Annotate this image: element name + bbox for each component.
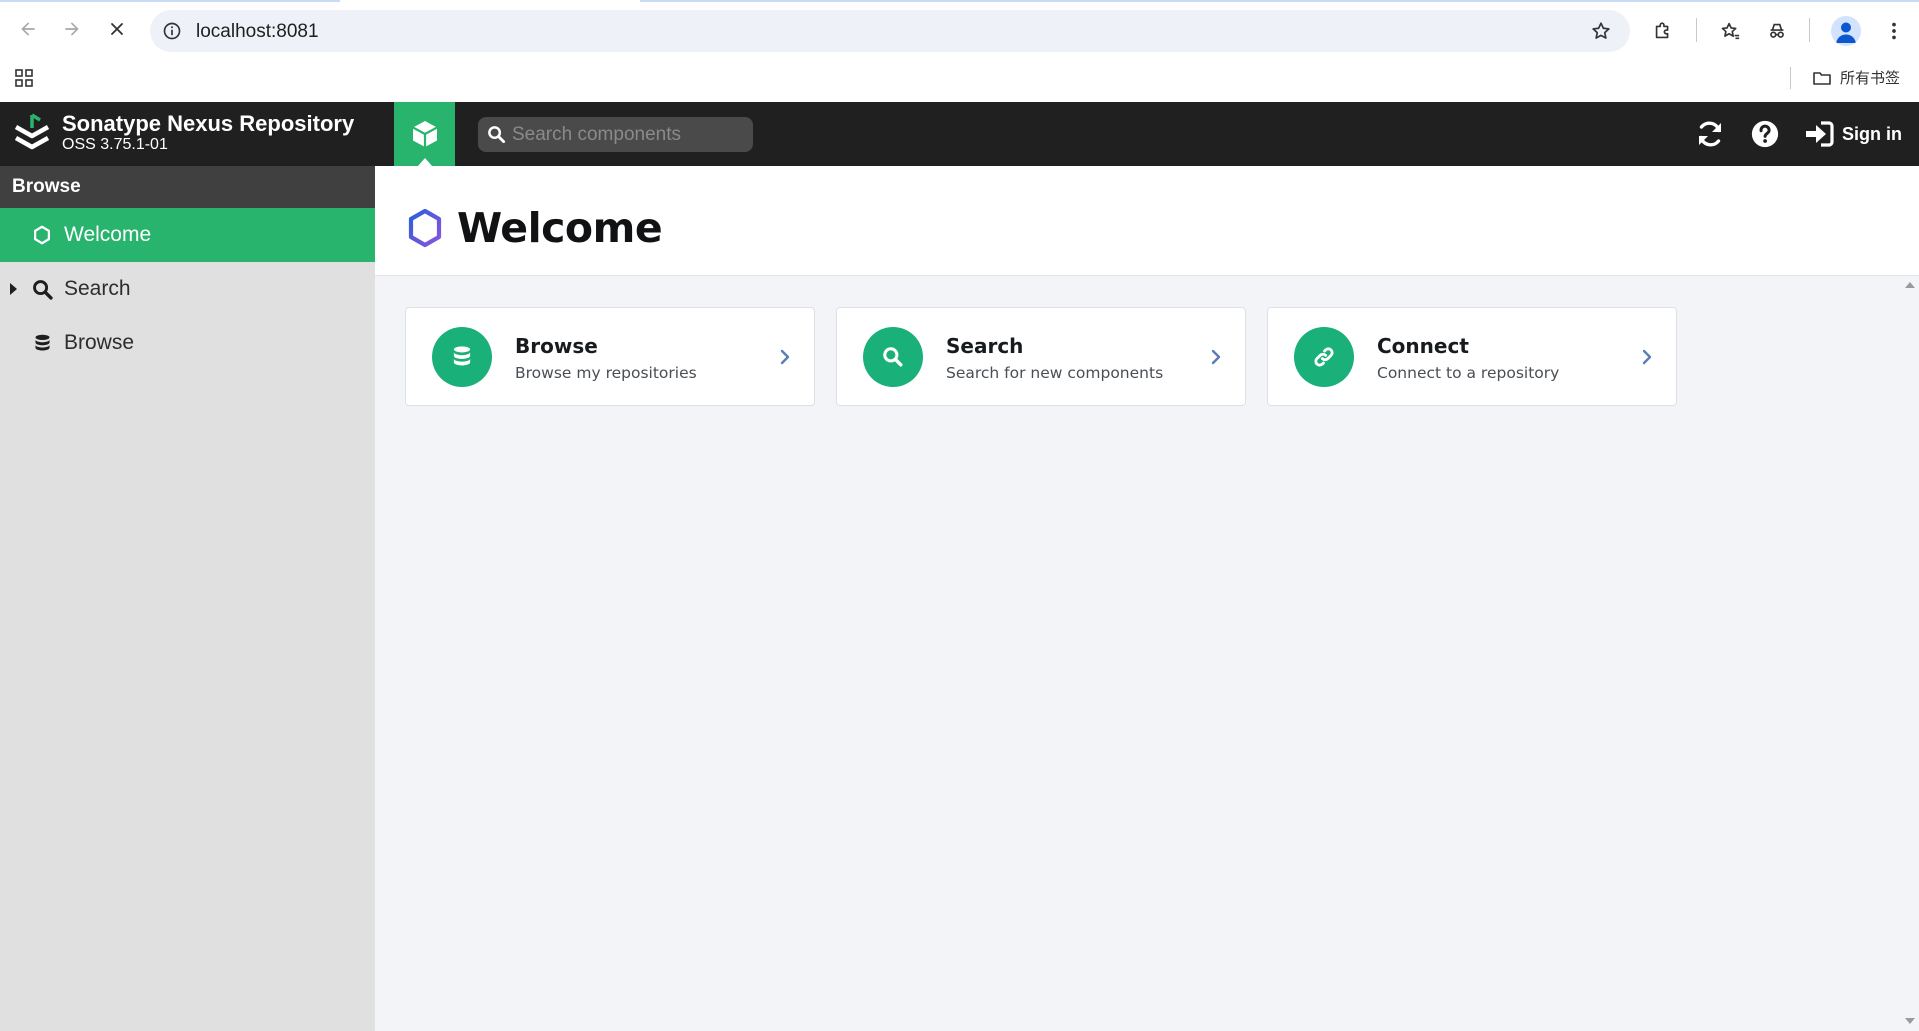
browse-card[interactable]: Browse Browse my repositories [405, 307, 815, 406]
refresh-button[interactable] [1693, 117, 1727, 151]
database-icon [453, 346, 471, 366]
link-icon [1314, 347, 1334, 367]
search-card-icon-circle [863, 327, 923, 387]
browser-chrome: localhost:8081 所有书签 [0, 0, 1919, 102]
scroll-up-arrow[interactable] [1905, 282, 1915, 288]
site-info-icon[interactable] [162, 21, 182, 41]
stop-loading-button[interactable] [101, 13, 133, 45]
chevron-right-icon [1211, 349, 1221, 365]
sign-in-icon [1806, 121, 1834, 147]
app-header: Sonatype Nexus Repository OSS 3.75.1-01 [0, 102, 1919, 166]
incognito-icon [1770, 23, 1784, 38]
sign-in-label: Sign in [1842, 123, 1902, 144]
hexagon-outline-icon [30, 223, 54, 247]
sidebar-item-search[interactable]: Search [0, 262, 375, 316]
bookmarks-manager-button[interactable] [1718, 19, 1742, 43]
address-bar[interactable]: localhost:8081 [150, 10, 1630, 52]
sidebar-item-label: Search [64, 277, 131, 300]
help-icon [1751, 120, 1779, 148]
connect-card[interactable]: Connect Connect to a repository [1267, 307, 1677, 406]
card-description: Search for new components [946, 364, 1164, 382]
sign-in-button[interactable]: Sign in [1804, 118, 1902, 150]
help-button[interactable] [1748, 117, 1782, 151]
sidebar-item-label: Welcome [64, 223, 152, 246]
search-icon [488, 126, 506, 144]
bookmarks-divider [1790, 67, 1791, 89]
profile-avatar[interactable] [1831, 16, 1861, 46]
sidebar-item-label: Browse [64, 331, 135, 354]
more-vertical-icon [1892, 22, 1896, 40]
sidebar-item-welcome[interactable]: Welcome [0, 208, 375, 262]
component-search[interactable] [478, 117, 753, 152]
search-card[interactable]: Search Search for new components [836, 307, 1246, 406]
puzzle-icon [1655, 22, 1669, 39]
incognito-button[interactable] [1765, 19, 1789, 43]
brand[interactable]: Sonatype Nexus Repository OSS 3.75.1-01 [12, 111, 354, 155]
sidebar: Browse Welcome Search Browse [0, 166, 375, 1031]
star-list-icon [1721, 22, 1740, 40]
bookmarks-bar: 所有书签 [0, 64, 1919, 102]
magnifier-icon [883, 347, 903, 367]
toolbar-divider [1809, 18, 1810, 42]
url-text[interactable]: localhost:8081 [196, 21, 319, 43]
chevron-right-icon [1642, 349, 1652, 365]
expand-arrow-icon[interactable] [10, 283, 17, 295]
arrow-left-icon [21, 22, 35, 36]
database-icon [30, 331, 54, 355]
card-description: Connect to a repository [1377, 364, 1560, 382]
all-bookmarks-folder[interactable]: 所有书签 [1812, 67, 1900, 88]
back-button[interactable] [12, 13, 44, 45]
toolbar-divider [1696, 18, 1697, 42]
browser-menu-button[interactable] [1882, 19, 1906, 43]
browse-mode-button[interactable] [394, 102, 455, 166]
forward-button[interactable] [56, 13, 88, 45]
refresh-icon [1699, 121, 1721, 147]
connect-card-icon-circle [1294, 327, 1354, 387]
card-description: Browse my repositories [515, 364, 697, 382]
person-icon [1836, 22, 1856, 43]
cube-icon [411, 121, 438, 147]
active-mode-indicator [418, 158, 432, 166]
product-name: Sonatype Nexus Repository [62, 111, 355, 136]
search-input[interactable] [512, 117, 747, 152]
arrow-right-icon [65, 22, 79, 36]
sidebar-section-title: Browse [0, 166, 375, 208]
card-title: Search [946, 334, 1024, 358]
browse-card-icon-circle [432, 327, 492, 387]
welcome-hexagon-icon [408, 208, 442, 248]
sidebar-item-browse[interactable]: Browse [0, 316, 375, 370]
loading-progress-bar [0, 0, 1919, 2]
chevron-right-icon [780, 349, 790, 365]
scroll-down-arrow[interactable] [1905, 1018, 1915, 1024]
apps-grid-icon[interactable] [14, 68, 34, 88]
all-bookmarks-label: 所有书签 [1840, 70, 1901, 87]
page-header: Welcome [375, 166, 1919, 276]
folder-icon [1813, 71, 1831, 85]
magnifier-icon [30, 277, 54, 301]
sonatype-logo-icon [14, 113, 50, 150]
close-icon [111, 23, 123, 35]
bookmark-star-icon[interactable] [1590, 20, 1612, 42]
card-title: Connect [1377, 334, 1469, 358]
product-version: OSS 3.75.1-01 [62, 136, 168, 153]
page-title: Welcome [457, 204, 663, 252]
extensions-button[interactable] [1651, 19, 1675, 43]
card-title: Browse [515, 334, 598, 358]
